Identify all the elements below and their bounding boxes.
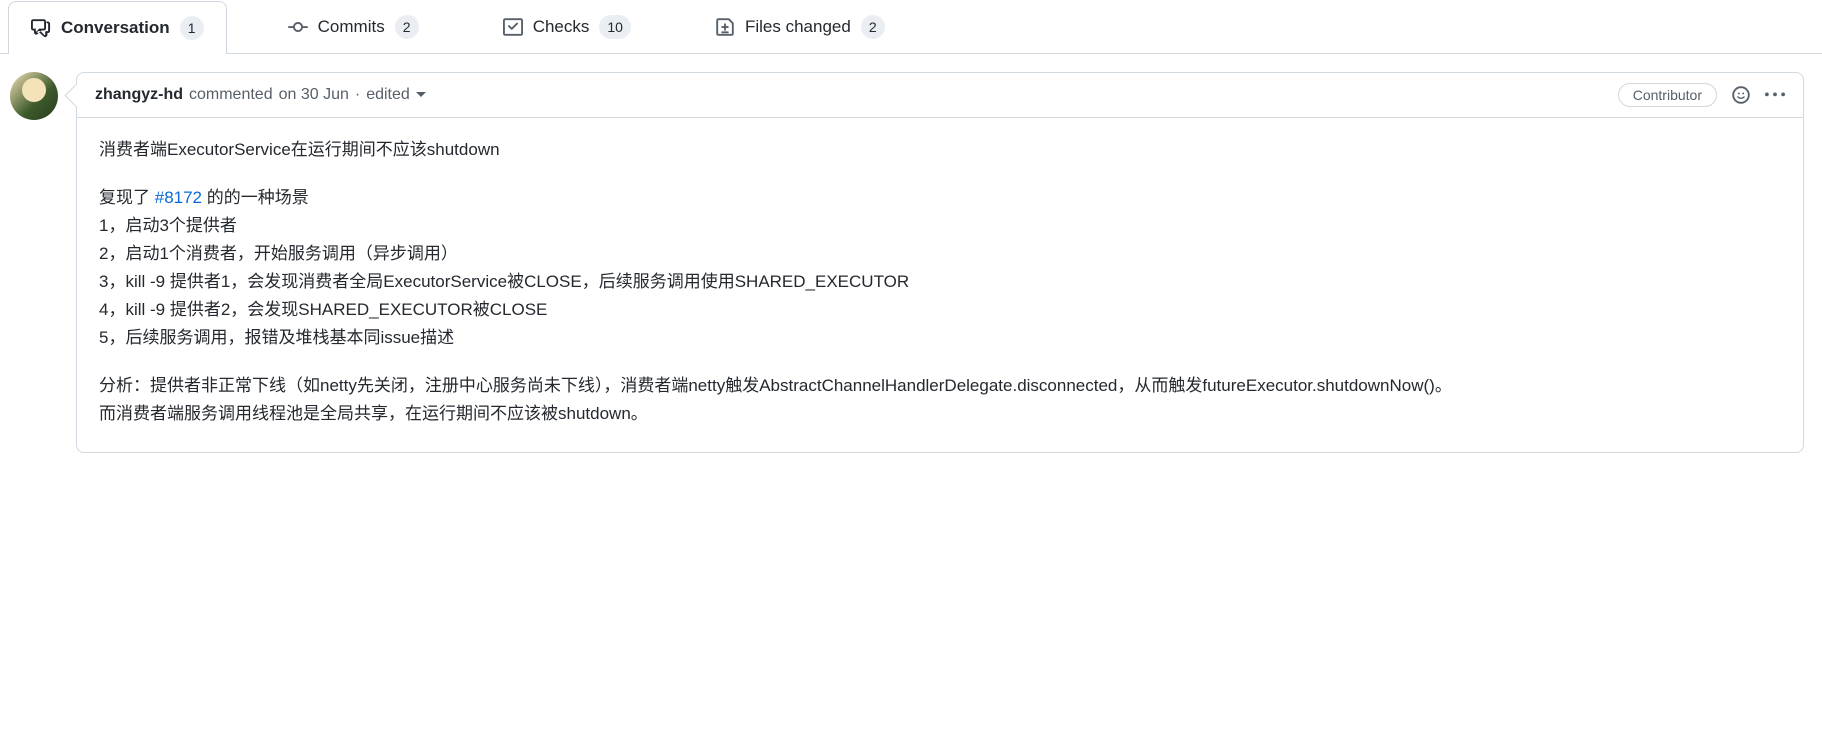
kebab-menu-button[interactable] [1765,85,1785,105]
edited-indicator[interactable]: edited [366,86,426,104]
tab-checks[interactable]: Checks 10 [480,0,654,53]
tab-commits[interactable]: Commits 2 [265,0,442,53]
issue-reference-link[interactable]: #8172 [155,188,202,207]
comment-commented-prefix: commented [189,86,273,104]
caret-down-icon [416,92,426,97]
tab-label: Commits [318,17,385,37]
comment-paragraph: 分析：提供者非正常下线（如netty先关闭，注册中心服务尚未下线），消费者端ne… [99,372,1781,428]
tab-label: Files changed [745,17,851,37]
avatar[interactable] [10,72,58,120]
add-reaction-button[interactable] [1731,85,1751,105]
tab-label: Conversation [61,18,170,38]
commits-icon [288,17,308,37]
file-diff-icon [715,17,735,37]
pr-tabs: Conversation 1 Commits 2 Checks 10 Files… [0,0,1822,54]
tab-counter: 2 [861,15,885,39]
tab-counter: 1 [180,16,204,40]
comment-paragraph: 复现了 #8172 的的一种场景 1，启动3个提供者 2，启动1个消费者，开始服… [99,184,1781,352]
comment-box: zhangyz-hd commented on 30 Jun · edited … [76,72,1804,453]
comment-author-link[interactable]: zhangyz-hd [95,86,183,104]
checks-icon [503,17,523,37]
comment-timestamp[interactable]: on 30 Jun [279,86,349,104]
tab-counter: 2 [395,15,419,39]
meta-separator: · [355,86,360,104]
comment-header: zhangyz-hd commented on 30 Jun · edited … [77,73,1803,118]
conversation-icon [31,18,51,38]
tab-files-changed[interactable]: Files changed 2 [692,0,908,53]
tab-conversation[interactable]: Conversation 1 [8,1,227,54]
comment-paragraph: 消费者端ExecutorService在运行期间不应该shutdown [99,136,1781,164]
tab-counter: 10 [599,15,631,39]
tab-label: Checks [533,17,590,37]
comment-body: 消费者端ExecutorService在运行期间不应该shutdown 复现了 … [77,118,1803,452]
role-badge: Contributor [1618,83,1717,107]
comment-thread: zhangyz-hd commented on 30 Jun · edited … [0,54,1822,453]
